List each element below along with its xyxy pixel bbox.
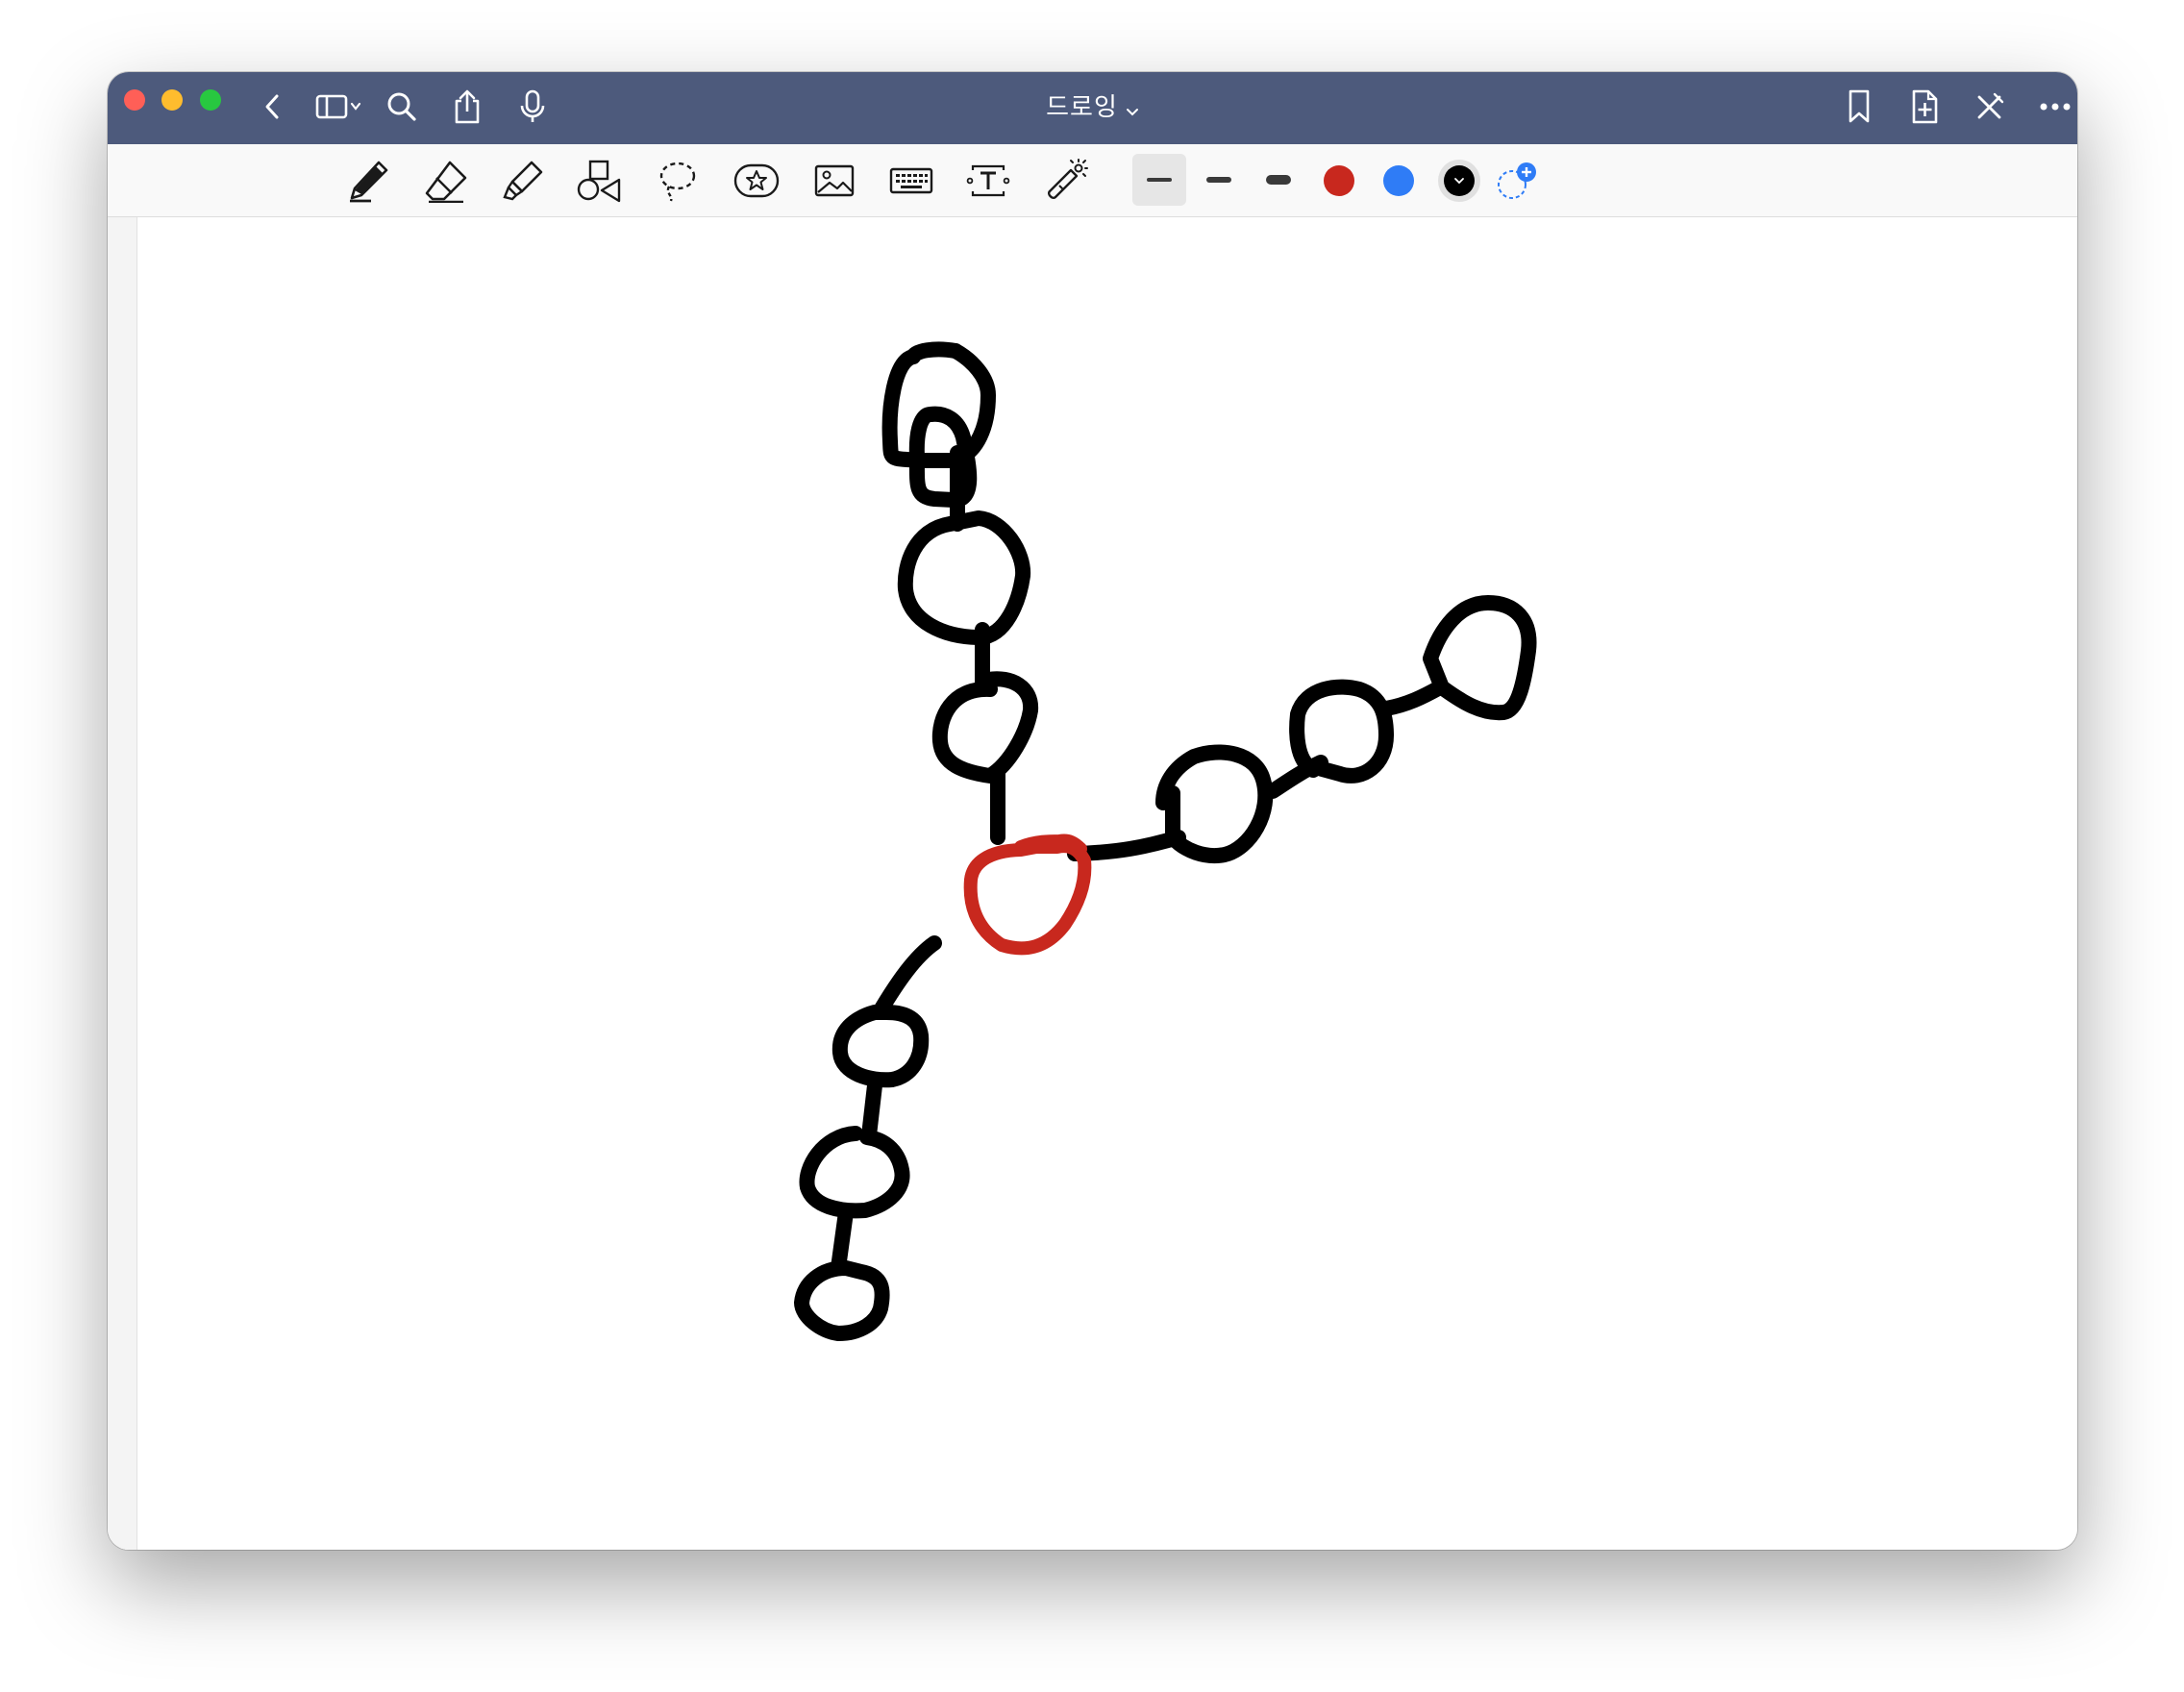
ink-node-left-1 bbox=[831, 1005, 930, 1088]
ink-edge-right-1 bbox=[1067, 830, 1186, 861]
ink-node-top-1-loop bbox=[881, 343, 996, 468]
ink-node-right-3 bbox=[1423, 595, 1537, 721]
ink-node-left-3 bbox=[794, 1260, 890, 1341]
ink-center-node-red bbox=[963, 839, 1092, 956]
ink-edge-left-3 bbox=[831, 1205, 854, 1276]
ink-node-top-2 bbox=[897, 510, 1031, 645]
ink-node-right-2 bbox=[1289, 679, 1394, 784]
ink-node-left-2 bbox=[799, 1126, 910, 1219]
app-window: 드로잉 bbox=[108, 72, 2077, 1550]
ink-edge-right-3 bbox=[1378, 680, 1448, 716]
ink-node-top-3 bbox=[931, 671, 1039, 784]
ink-center-node-red-cap bbox=[1014, 834, 1087, 856]
ink-node-right-1 bbox=[1155, 744, 1274, 863]
drawing-layer bbox=[794, 341, 1537, 1341]
ink-edge-left-1 bbox=[873, 935, 942, 1018]
ink-edge-left-2 bbox=[861, 1078, 882, 1143]
